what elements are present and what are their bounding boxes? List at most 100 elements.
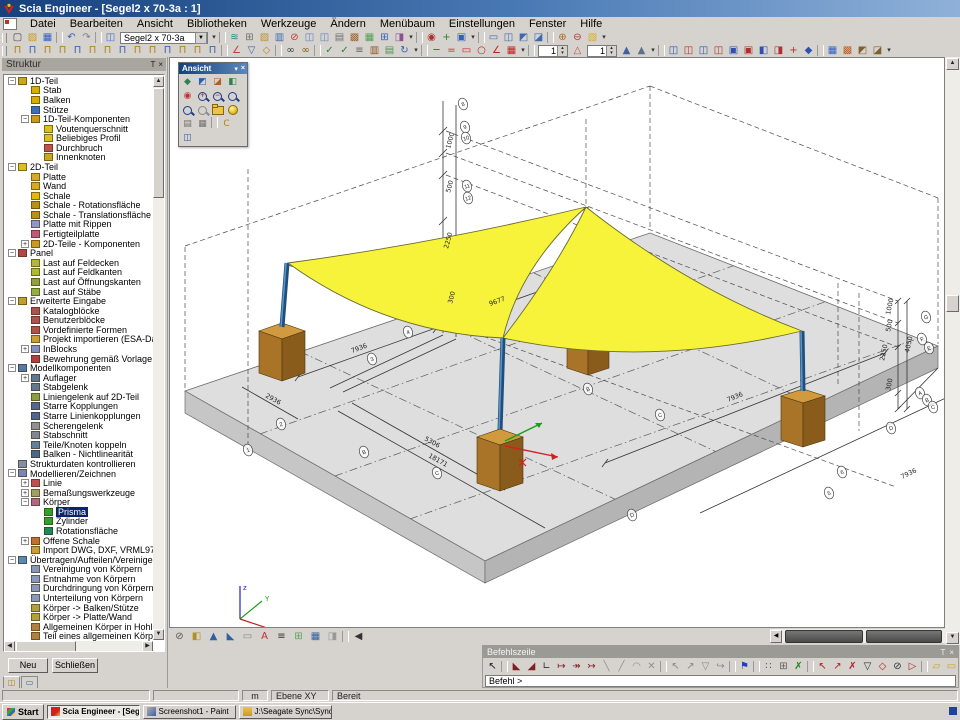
tree-item-bewehrung[interactable]: Bewehrung gemäß Vorlage <box>4 354 153 364</box>
render-view-icon[interactable]: ▩ <box>840 45 855 57</box>
named-view-icon[interactable]: ▦ <box>195 117 210 131</box>
draw-rectangle-icon[interactable]: ▭ <box>459 45 474 57</box>
menu-menübaum[interactable]: Menübaum <box>373 18 442 30</box>
view-y-icon[interactable]: ◪ <box>210 75 225 89</box>
save-project-icon[interactable]: ▦ <box>40 32 55 44</box>
library-icon[interactable]: ▦ <box>362 32 377 44</box>
tree-item-teile-knoten-koppeln[interactable]: Teile/Knoten koppeln <box>4 440 153 450</box>
section-12-icon[interactable]: Π <box>175 45 190 57</box>
cursor-snap-icon[interactable]: ⚑ <box>737 661 752 673</box>
wizard-icon[interactable]: ◨ <box>392 32 407 44</box>
window-3-icon[interactable]: ◩ <box>516 32 531 44</box>
draw-dimension-icon[interactable]: = <box>444 45 459 57</box>
batch-1-icon[interactable]: ◫ <box>666 45 681 57</box>
axo-corner-icon[interactable]: ▲ <box>205 629 222 644</box>
step-back-icon[interactable]: ↦ <box>554 661 569 673</box>
section-1-icon[interactable]: Π <box>10 45 25 57</box>
view-settings-icon[interactable]: ▲ <box>634 45 649 57</box>
view-x-icon[interactable]: ◩ <box>195 75 210 89</box>
overflow-chevron-icon[interactable]: ▾ <box>407 32 415 44</box>
clipboard-icon[interactable]: ≋ <box>227 32 242 44</box>
start-button[interactable]: Start <box>2 704 44 720</box>
tree-item-offene-schale[interactable]: +Offene Schale <box>4 536 153 546</box>
snap-line-icon[interactable]: ╲ <box>599 661 614 673</box>
batch-4-icon[interactable]: ◫ <box>711 45 726 57</box>
pin-icon[interactable]: T <box>150 60 155 69</box>
tree-item-modellieren-zeichnen[interactable]: −Modellieren/Zeichnen <box>4 469 153 479</box>
snap-plane-icon[interactable]: ▽ <box>698 661 713 673</box>
snap-mode-7-icon[interactable]: ▷ <box>905 661 920 673</box>
scroll-left-icon[interactable]: ◀ <box>770 630 782 643</box>
batch-5-icon[interactable]: ▣ <box>726 45 741 57</box>
expand-icon[interactable]: + <box>21 537 29 545</box>
snap-mode-6-icon[interactable]: ⊘ <box>890 661 905 673</box>
tree-item-vordefinierte-formen[interactable]: Vordefinierte Formen <box>4 325 153 335</box>
tree-item-stab[interactable]: Stab <box>4 86 153 96</box>
tracking-angle-icon[interactable]: ∟ <box>539 661 554 673</box>
close-icon[interactable]: × <box>241 65 245 73</box>
neu-button[interactable]: Neu <box>8 658 48 673</box>
tree-item-hohlkoerper[interactable]: Allgemeinen Körper in Hohlkörper <box>4 622 153 632</box>
window-1-icon[interactable]: ▭ <box>486 32 501 44</box>
collapse-icon[interactable]: − <box>8 297 16 305</box>
tree-item-durchbruch[interactable]: Durchbruch <box>4 143 153 153</box>
post-left[interactable] <box>281 263 287 327</box>
tree-item-zylinder[interactable]: Zylinder <box>4 517 153 527</box>
section-6-icon[interactable]: Π <box>85 45 100 57</box>
batch-6-icon[interactable]: ▣ <box>741 45 756 57</box>
scale-tool-icon[interactable]: △ <box>570 45 585 57</box>
expand-icon[interactable]: + <box>21 489 29 497</box>
render-settings-icon[interactable]: ▤ <box>382 45 397 57</box>
grid-dots-icon[interactable]: ∷ <box>761 661 776 673</box>
tree-item-erweiterte-eingabe[interactable]: −Erweiterte Eingabe <box>4 296 153 306</box>
window-2-icon[interactable]: ◫ <box>501 32 516 44</box>
dock-option-1-icon[interactable]: ▱ <box>929 661 944 673</box>
tree-item-schale[interactable]: Schale <box>4 191 153 201</box>
spinner-spin2[interactable]: 1▴▾ <box>587 45 617 57</box>
section-8-icon[interactable]: Π <box>115 45 130 57</box>
tracking-polar-icon[interactable]: ◣ <box>509 661 524 673</box>
cascade-windows-icon[interactable]: ◫ <box>302 32 317 44</box>
menu-werkzeuge[interactable]: Werkzeuge <box>254 18 323 30</box>
scroll-right-icon[interactable]: ▶ <box>142 641 153 652</box>
tree-item-koerper[interactable]: −Körper <box>4 497 153 507</box>
overflow-chevron-icon[interactable]: ▾ <box>210 32 218 44</box>
overflow-chevron-icon[interactable]: ▾ <box>519 45 527 57</box>
section-7-icon[interactable]: Π <box>100 45 115 57</box>
view-window-icon[interactable]: ◫ <box>180 131 195 145</box>
menu-ansicht[interactable]: Ansicht <box>130 18 180 30</box>
redo-icon[interactable]: ↷ <box>79 32 94 44</box>
task-j-seagate-sync-syncre-[interactable]: J:\Seagate Sync\SyncRe... <box>239 705 332 719</box>
close-icon[interactable]: × <box>158 60 163 69</box>
draw-angle-icon[interactable]: ∠ <box>489 45 504 57</box>
viewport-vscrollbar[interactable]: ▲ ▼ <box>945 57 960 645</box>
properties-icon[interactable]: ▣ <box>454 32 469 44</box>
cross-marker-icon[interactable]: ◆ <box>801 45 816 57</box>
add-item-icon[interactable]: + <box>439 32 454 44</box>
move-node-icon[interactable]: + <box>786 45 801 57</box>
print-icon[interactable]: ▤ <box>332 32 347 44</box>
dock-option-2-icon[interactable]: ▭ <box>944 661 959 673</box>
mdi-system-icon[interactable] <box>3 18 17 30</box>
light-settings-icon[interactable] <box>225 103 240 117</box>
select-region-icon[interactable]: ◇ <box>259 45 274 57</box>
collapse-icon[interactable]: − <box>8 77 16 85</box>
close-icon[interactable]: × <box>949 648 954 657</box>
expand-icon[interactable]: + <box>21 240 29 248</box>
import-blocks-icon[interactable]: ▧ <box>585 32 600 44</box>
grid-green-icon[interactable]: ⊞ <box>290 629 307 644</box>
expand-icon[interactable]: + <box>21 345 29 353</box>
tree-item-durchdringung[interactable]: Durchdringung von Körpern <box>4 584 153 594</box>
snap-node-icon[interactable]: ↖ <box>668 661 683 673</box>
scroll-up-icon[interactable]: ▲ <box>153 76 164 87</box>
tree-item-liniengelenk[interactable]: Liniengelenk auf 2D-Teil <box>4 392 153 402</box>
section-9-icon[interactable]: Π <box>130 45 145 57</box>
tree-item-balken-nichtlinearitaet[interactable]: Balken - Nichtlinearität <box>4 450 153 460</box>
tree-item-profil[interactable]: Beliebiges Profil <box>4 133 153 143</box>
status-plane[interactable]: Ebene XY <box>271 690 329 701</box>
tree-item-auflager[interactable]: +Auflager <box>4 373 153 383</box>
clipping-box-icon[interactable]: C <box>219 117 234 131</box>
footing-left[interactable] <box>259 323 305 381</box>
tree-item-import-dwg[interactable]: Import DWG, DXF, VRML97 <box>4 545 153 555</box>
tree-item-last-oeffnungskanten[interactable]: Last auf Öffnungskanten <box>4 277 153 287</box>
